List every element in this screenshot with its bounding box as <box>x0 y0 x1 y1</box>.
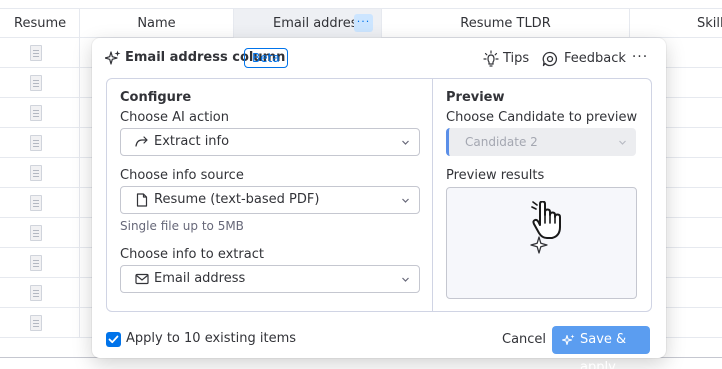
arrow-icon <box>135 136 148 147</box>
preview-pane: Preview Choose Candidate to preview Cand… <box>433 79 651 311</box>
info-extract-label: Choose info to extract <box>120 247 264 262</box>
resume-cell[interactable] <box>0 128 80 158</box>
tips-button[interactable]: Tips <box>483 49 529 69</box>
info-source-hint: Single file up to 5MB <box>120 219 244 233</box>
resume-cell[interactable] <box>0 278 80 308</box>
column-header-email[interactable]: Email address ··· <box>234 9 382 38</box>
candidate-label: Choose Candidate to preview <box>446 110 638 125</box>
resume-cell[interactable] <box>0 308 80 338</box>
chevron-down-icon <box>402 140 409 145</box>
beta-badge: Beta <box>244 48 288 68</box>
column-settings-dialog: Email address column Beta Tips Feedback … <box>92 38 666 369</box>
file-icon <box>136 193 148 207</box>
column-menu-button[interactable]: ··· <box>354 14 373 32</box>
settings-card: Configure Choose AI action Extract info … <box>106 78 652 312</box>
preview-results-box <box>446 187 637 299</box>
preview-results-label: Preview results <box>446 168 545 183</box>
sparkle-icon <box>530 236 548 254</box>
file-thumbnail-icon[interactable] <box>30 315 42 331</box>
more-options-button[interactable]: ··· <box>630 48 650 68</box>
column-header-skills[interactable]: Skill <box>630 9 722 38</box>
info-extract-value: Email address <box>154 271 246 286</box>
resume-cell[interactable] <box>0 98 80 128</box>
file-thumbnail-icon[interactable] <box>30 255 42 271</box>
resume-cell[interactable] <box>0 248 80 278</box>
resume-cell[interactable] <box>0 68 80 98</box>
info-source-label: Choose info source <box>120 168 244 183</box>
resume-cell[interactable] <box>0 38 80 68</box>
preview-title: Preview <box>446 90 505 105</box>
checkmark-icon <box>108 335 119 344</box>
info-extract-select[interactable]: Email address <box>120 265 420 293</box>
file-thumbnail-icon[interactable] <box>30 135 42 151</box>
ai-action-select[interactable]: Extract info <box>120 128 420 156</box>
apply-existing-checkbox[interactable] <box>106 332 121 347</box>
sparkle-icon <box>562 334 575 346</box>
resume-cell[interactable] <box>0 188 80 218</box>
apply-existing-label[interactable]: Apply to 10 existing items <box>126 331 296 346</box>
candidate-select[interactable]: Candidate 2 <box>446 128 636 156</box>
file-thumbnail-icon[interactable] <box>30 45 42 61</box>
file-thumbnail-icon[interactable] <box>30 285 42 301</box>
table-header: Resume Name Email address ··· Resume TLD… <box>0 8 722 38</box>
hand-cursor-icon <box>531 201 561 239</box>
candidate-value: Candidate 2 <box>465 135 538 149</box>
sparkle-icon <box>105 50 121 65</box>
tips-label: Tips <box>503 51 530 66</box>
column-header-resume-tldr[interactable]: Resume TLDR <box>382 9 630 38</box>
column-header-resume[interactable]: Resume <box>0 9 80 38</box>
feedback-button[interactable]: Feedback <box>542 49 626 69</box>
lightbulb-icon <box>483 49 499 67</box>
file-thumbnail-icon[interactable] <box>30 165 42 181</box>
chevron-down-icon <box>402 198 409 203</box>
chevron-down-icon <box>619 140 626 145</box>
configure-title: Configure <box>120 90 192 105</box>
file-thumbnail-icon[interactable] <box>30 195 42 211</box>
mail-icon <box>135 273 149 285</box>
resume-cell[interactable] <box>0 158 80 188</box>
configure-pane: Configure Choose AI action Extract info … <box>107 79 433 311</box>
file-thumbnail-icon[interactable] <box>30 105 42 121</box>
info-source-value: Resume (text-based PDF) <box>154 192 320 207</box>
info-source-select[interactable]: Resume (text-based PDF) <box>120 186 420 214</box>
ai-action-label: Choose AI action <box>120 110 230 125</box>
dialog-header: Email address column Beta Tips Feedback … <box>92 38 666 78</box>
file-thumbnail-icon[interactable] <box>30 75 42 91</box>
feedback-label: Feedback <box>564 51 626 66</box>
cancel-button[interactable]: Cancel <box>494 326 554 354</box>
file-thumbnail-icon[interactable] <box>30 225 42 241</box>
ai-action-value: Extract info <box>154 134 230 149</box>
column-header-name[interactable]: Name <box>80 9 234 38</box>
save-apply-button[interactable]: Save & apply <box>552 326 650 369</box>
feedback-icon <box>542 51 558 66</box>
resume-cell[interactable] <box>0 218 80 248</box>
column-header-email-label: Email address <box>273 16 365 31</box>
chevron-down-icon <box>402 277 409 282</box>
